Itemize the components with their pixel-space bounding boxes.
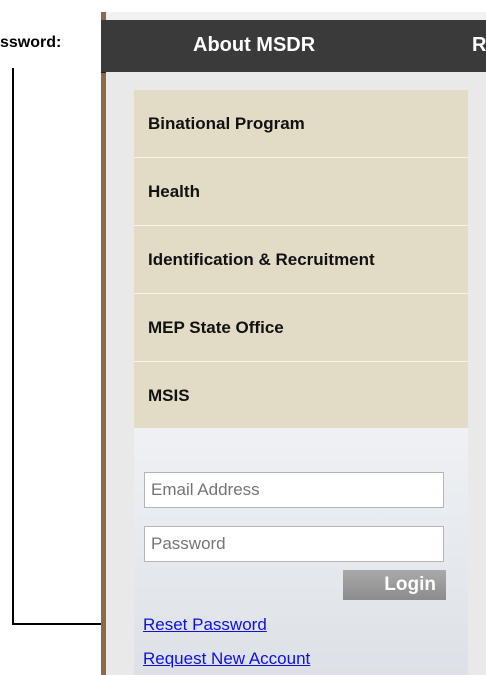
email-field[interactable]	[144, 472, 444, 508]
login-button[interactable]: Login	[343, 570, 446, 600]
reset-password-link[interactable]: Reset Password	[143, 615, 267, 635]
sidebar-menu: Binational Program Health Identification…	[134, 90, 468, 430]
menu-item-msis[interactable]: MSIS	[134, 362, 468, 430]
nav-next-item[interactable]: R	[472, 34, 486, 57]
menu-item-identification-recruitment[interactable]: Identification & Recruitment	[134, 226, 468, 294]
annotation-label: ssword:	[0, 34, 62, 51]
password-field[interactable]	[144, 526, 444, 562]
request-new-account-link[interactable]: Request New Account	[143, 649, 310, 669]
menu-item-binational-program[interactable]: Binational Program	[134, 90, 468, 158]
menu-item-health[interactable]: Health	[134, 158, 468, 226]
nav-about-msdr[interactable]: About MSDR	[193, 34, 315, 57]
annotation-connector-vertical	[12, 68, 14, 625]
menu-item-mep-state-office[interactable]: MEP State Office	[134, 294, 468, 362]
header-strip	[106, 12, 486, 20]
top-navigation: About MSDR R	[101, 20, 486, 73]
